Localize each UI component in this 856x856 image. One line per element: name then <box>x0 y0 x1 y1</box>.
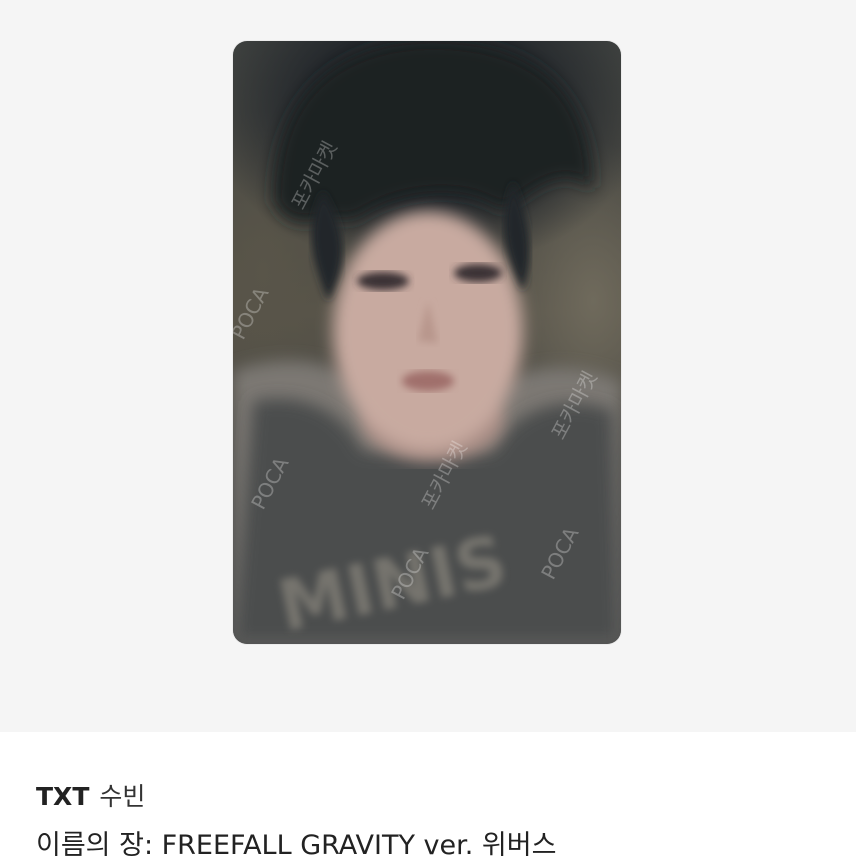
product-page: MINIS POCA 포카마켓 POCA 포카마켓 POCA POCA 포카마켓… <box>0 0 856 856</box>
product-info: TXT 수빈 이름의 장: FREEFALL GRAVITY ver. 위버스 <box>0 732 856 856</box>
artist-line: TXT 수빈 <box>36 782 145 812</box>
member-name[interactable]: 수빈 <box>99 782 145 811</box>
product-image-area[interactable]: MINIS POCA 포카마켓 POCA 포카마켓 POCA POCA 포카마켓 <box>0 0 856 732</box>
photocard-illustration: MINIS POCA 포카마켓 POCA 포카마켓 POCA POCA 포카마켓 <box>233 41 621 644</box>
group-name[interactable]: TXT <box>36 782 89 811</box>
album-title: 이름의 장: FREEFALL GRAVITY ver. 위버스 <box>36 830 557 856</box>
watermark-brand-1: POCA <box>233 283 274 344</box>
photocard-image[interactable]: MINIS POCA 포카마켓 POCA 포카마켓 POCA POCA 포카마켓 <box>233 41 621 644</box>
